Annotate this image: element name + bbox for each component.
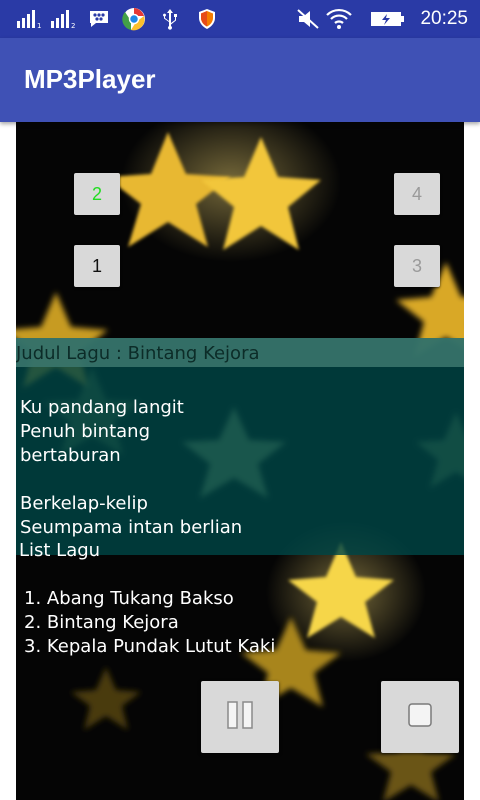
chrome-icon <box>122 8 146 31</box>
playlist-item[interactable]: 1. Abang Tukang Bakso <box>24 587 275 611</box>
stop-icon <box>407 702 433 732</box>
signal-2-icon: 2 <box>50 9 78 29</box>
playlist-item[interactable]: 2. Bintang Kejora <box>24 611 275 635</box>
player-background: 2 4 1 3 Judul Lagu : Bintang Kejora Ku p… <box>16 122 464 800</box>
shield-icon <box>196 9 218 29</box>
track-4-button[interactable]: 4 <box>394 173 440 215</box>
app-title: MP3Player <box>24 64 156 94</box>
stop-button[interactable] <box>381 681 459 753</box>
svg-text:1: 1 <box>37 22 41 29</box>
svg-text:2: 2 <box>71 22 75 29</box>
wifi-icon <box>326 8 352 29</box>
song-lyrics: Ku pandang langit Penuh bintang bertabur… <box>20 397 243 538</box>
song-title: Judul Lagu : Bintang Kejora <box>16 343 260 364</box>
playlist-heading: List Lagu <box>19 540 101 561</box>
app-bar: MP3Player <box>0 38 480 122</box>
pause-button[interactable] <box>201 681 279 753</box>
playlist: 1. Abang Tukang Bakso 2. Bintang Kejora … <box>24 587 275 659</box>
song-title-bar: Judul Lagu : Bintang Kejora <box>16 338 464 367</box>
bbm-icon <box>88 9 110 29</box>
mute-icon <box>296 9 320 29</box>
track-3-button[interactable]: 3 <box>394 245 440 287</box>
usb-icon <box>160 9 180 30</box>
playlist-item[interactable]: 3. Kepala Pundak Lutut Kaki <box>24 635 275 659</box>
battery-icon <box>370 9 406 29</box>
pause-icon <box>225 700 255 734</box>
signal-1-icon: 1 <box>16 9 42 29</box>
track-1-button[interactable]: 1 <box>74 245 120 287</box>
lyrics-panel: Judul Lagu : Bintang Kejora Ku pandang l… <box>16 338 464 555</box>
track-2-button[interactable]: 2 <box>74 173 120 215</box>
status-bar: 1 2 20:25 <box>0 0 480 38</box>
status-time: 20:25 <box>420 8 468 29</box>
